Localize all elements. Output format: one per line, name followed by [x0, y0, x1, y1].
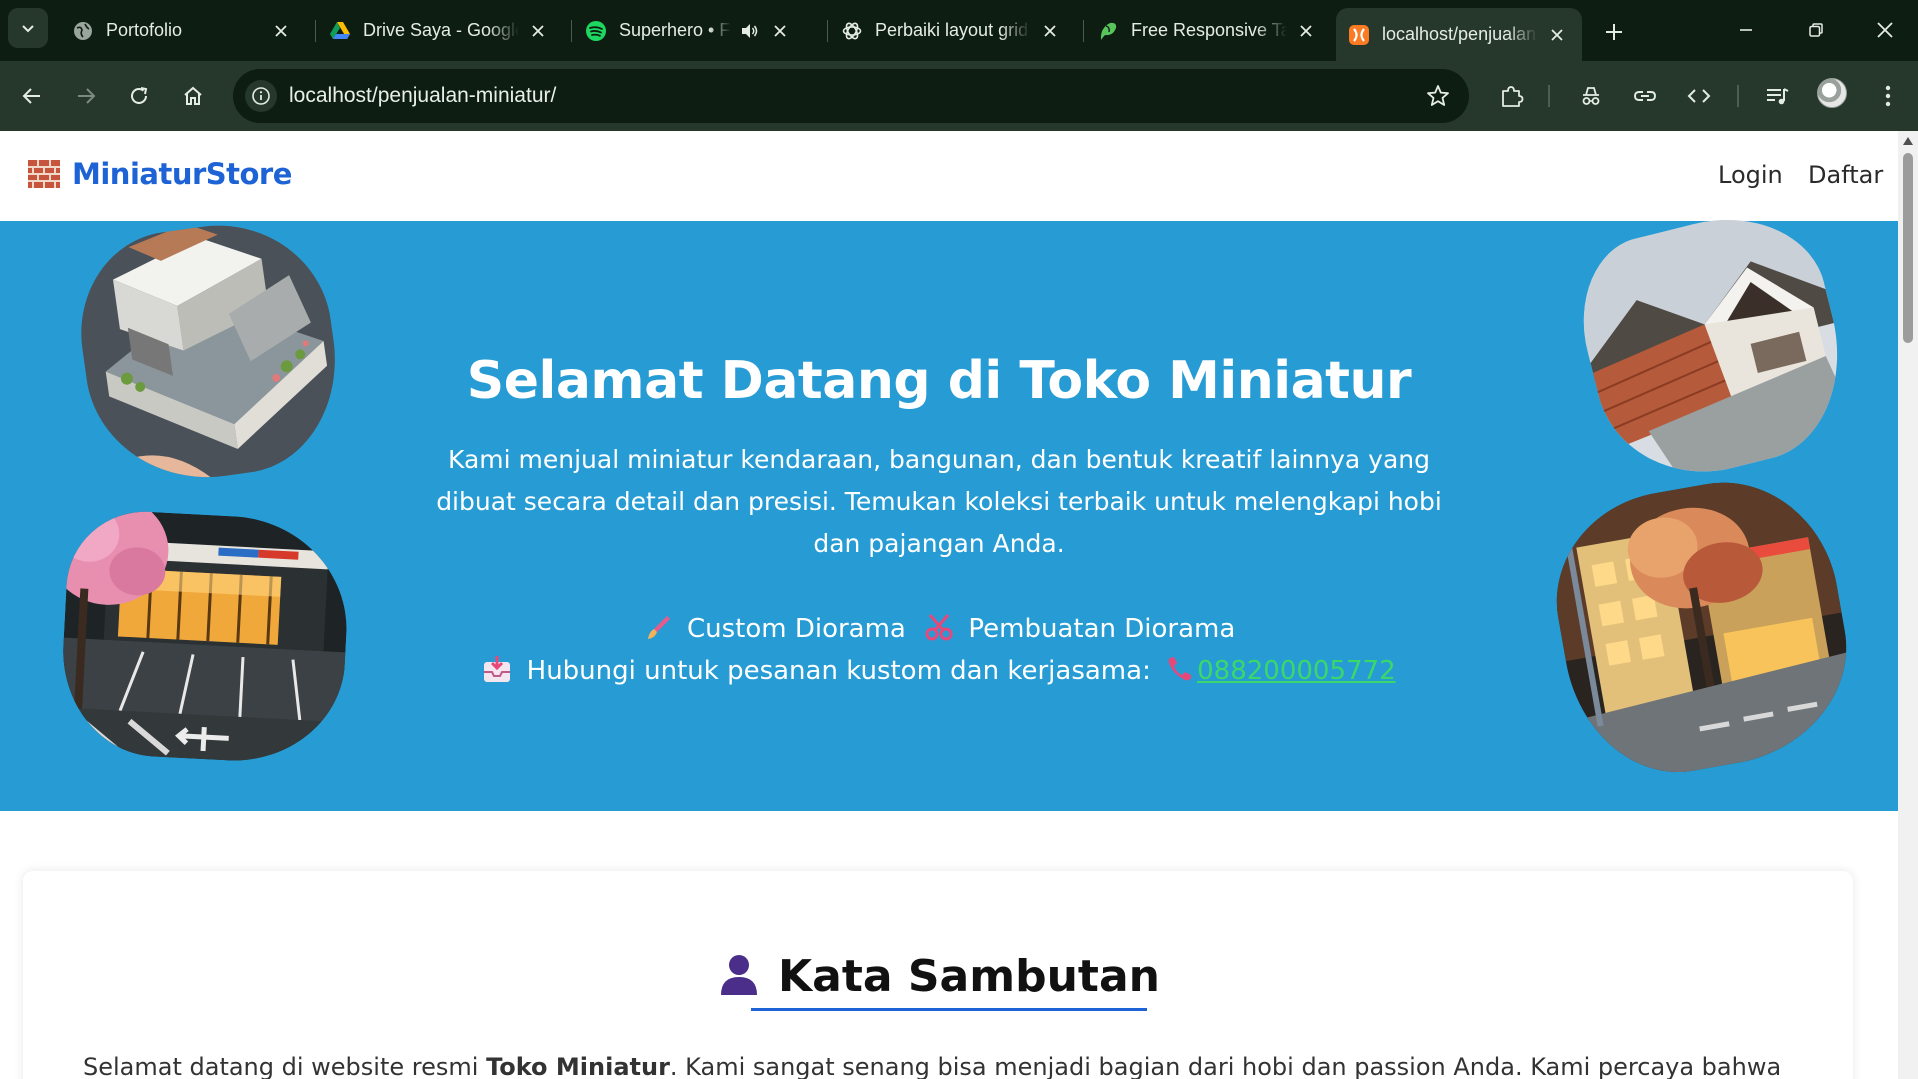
close-icon[interactable] — [1293, 18, 1319, 44]
scroll-up-arrow-icon[interactable] — [1903, 137, 1913, 145]
chatgpt-icon — [841, 20, 863, 42]
hero-description: Kami menjual miniatur kendaraan, banguna… — [436, 445, 1442, 558]
globe-icon — [72, 20, 94, 42]
close-icon[interactable] — [525, 18, 551, 44]
hero-title: Selamat Datang di Toko Miniatur — [466, 351, 1412, 411]
reload-icon — [131, 87, 148, 104]
speaker-icon[interactable] — [739, 20, 761, 42]
brand-logo[interactable]: MiniaturStore — [28, 157, 292, 191]
contact-label: Hubungi untuk pesanan kustom dan kerjasa… — [526, 656, 1151, 686]
welcome-title-underline — [751, 1008, 1147, 1011]
tab-title: Portofolio — [106, 20, 183, 40]
arrow-right-icon — [78, 88, 96, 104]
arrow-left-icon — [22, 88, 40, 104]
back-button[interactable] — [11, 75, 53, 117]
new-tab-button[interactable] — [1596, 14, 1632, 50]
phone-number[interactable]: 088200005772 — [1197, 656, 1396, 686]
forward-button[interactable] — [65, 75, 107, 117]
site-info-button[interactable] — [245, 80, 277, 112]
page-viewport: MiniaturStore Login Daftar Selamat Datan… — [0, 131, 1898, 1079]
store-name-bold: Toko Miniatur — [486, 1053, 670, 1079]
address-bar[interactable]: localhost/penjualan-miniatur/ — [233, 69, 1469, 123]
minimize-icon — [1740, 29, 1752, 31]
person-silhouette-icon — [721, 955, 758, 995]
close-icon[interactable] — [268, 18, 294, 44]
incognito-icon[interactable] — [1576, 81, 1606, 111]
tab-title: Superhero • Fanatic — [619, 20, 731, 40]
chevron-down-icon — [22, 25, 34, 33]
address-url[interactable]: localhost/penjualan-miniatur/ — [289, 84, 556, 108]
browser-tab[interactable]: Superhero • Fanatic — [573, 8, 819, 53]
link-icon[interactable] — [1630, 81, 1660, 111]
hero-services: Custom Diorama Pembuatan Diorama — [0, 612, 1878, 644]
code-icon[interactable] — [1684, 81, 1714, 111]
brand-name[interactable]: MiniaturStore — [72, 157, 292, 191]
home-button[interactable] — [172, 75, 214, 117]
hero-contact: Hubungi untuk pesanan kustom dan kerjasa… — [0, 654, 1878, 686]
close-icon — [1877, 22, 1893, 38]
xampp-icon — [1348, 24, 1370, 46]
minimize-button[interactable] — [1722, 10, 1770, 50]
leaf-icon — [1097, 20, 1119, 42]
toolbar-divider — [1737, 85, 1739, 107]
welcome-card: Kata Sambutan Selamat datang di website … — [23, 871, 1853, 1079]
browser-tab[interactable]: Drive Saya - Google Drive — [317, 8, 563, 53]
browser-tab-active[interactable]: localhost/penjualan-miniatur/ — [1336, 8, 1582, 61]
register-link[interactable]: Daftar — [1808, 161, 1883, 189]
brick-icon — [28, 160, 60, 188]
toolbar-divider — [1548, 85, 1550, 107]
browser-tab[interactable]: Free Responsive Tailwind — [1085, 8, 1331, 53]
info-icon — [252, 87, 270, 105]
tab-title: localhost/penjualan-miniatur/ — [1382, 24, 1538, 44]
extensions-icon[interactable] — [1496, 81, 1526, 111]
spotify-icon — [585, 20, 607, 42]
hero-section: Selamat Datang di Toko Miniatur Kami men… — [0, 196, 1898, 811]
profile-avatar[interactable] — [1817, 78, 1847, 108]
browser-tab-strip: Portofolio Drive Saya - Google Drive Sup… — [0, 0, 1918, 61]
browser-tab[interactable]: Portofolio — [60, 8, 306, 53]
bookmark-star-icon[interactable] — [1425, 83, 1451, 109]
scissors-icon — [925, 614, 953, 641]
reload-button[interactable] — [118, 75, 160, 117]
paintbrush-icon — [647, 616, 670, 639]
browser-toolbar: localhost/penjualan-miniatur/ — [0, 61, 1918, 131]
plus-icon — [1606, 24, 1622, 40]
tab-divider — [571, 20, 572, 42]
welcome-paragraph: Selamat datang di website resmi Toko Min… — [83, 1053, 1782, 1079]
service-custom-diorama: Custom Diorama — [686, 614, 906, 644]
page-scrollbar[interactable] — [1898, 131, 1918, 1079]
home-icon — [184, 86, 202, 105]
restore-icon — [1809, 23, 1823, 37]
service-diorama-making: Pembuatan Diorama — [968, 614, 1236, 644]
login-link[interactable]: Login — [1718, 161, 1783, 189]
tab-title: Drive Saya - Google Drive — [363, 20, 519, 40]
close-icon[interactable] — [1037, 18, 1063, 44]
miniature-photo-villa — [1563, 196, 1863, 496]
inbox-tray-icon — [484, 656, 511, 682]
tab-divider — [1083, 20, 1084, 42]
media-controls-icon[interactable] — [1762, 81, 1792, 111]
tab-divider — [827, 20, 828, 42]
google-drive-icon — [329, 20, 351, 42]
telephone-receiver-icon — [1168, 657, 1192, 681]
tab-divider — [315, 20, 316, 42]
scrollbar-thumb[interactable] — [1903, 153, 1913, 343]
phone-link[interactable]: 088200005772 — [1159, 656, 1396, 686]
tab-title: Perbaiki layout grid — [875, 20, 1029, 40]
site-navbar: MiniaturStore Login Daftar — [0, 131, 1898, 221]
tab-title: Free Responsive Tailwind — [1131, 20, 1287, 40]
more-menu-icon[interactable] — [1873, 81, 1903, 111]
restore-button[interactable] — [1792, 10, 1840, 50]
tab-search-button[interactable] — [8, 8, 48, 48]
browser-tab[interactable]: Perbaiki layout grid — [829, 8, 1075, 53]
window-close-button[interactable] — [1861, 10, 1909, 50]
close-icon[interactable] — [767, 18, 793, 44]
close-icon[interactable] — [1544, 22, 1570, 48]
welcome-title: Kata Sambutan — [23, 951, 1853, 1002]
